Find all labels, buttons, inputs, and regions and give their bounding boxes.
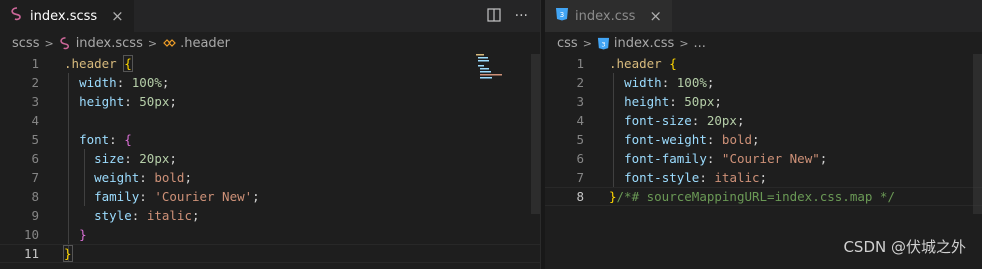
code-line: 8 family: 'Courier New'; <box>31 189 260 204</box>
code-line: 2 width: 100%; <box>31 75 170 90</box>
code-line: 2 width: 100%; <box>576 75 715 90</box>
css-icon: 3 <box>597 37 610 50</box>
chevron-right-icon: > <box>147 36 158 50</box>
code-line: 6 font-family: "Courier New"; <box>576 151 828 166</box>
code-line: 10 } <box>23 227 87 242</box>
breadcrumb-symbol[interactable]: ... <box>694 36 706 51</box>
svg-text:3: 3 <box>560 11 564 19</box>
minimap[interactable] <box>476 54 531 84</box>
code-line: 6 size: 20px; <box>31 151 177 166</box>
code-line: 3 height: 50px; <box>31 94 177 109</box>
close-icon[interactable]: × <box>111 7 124 25</box>
code-line: 7 font-style: italic; <box>576 170 768 185</box>
more-actions-icon[interactable]: ··· <box>515 8 528 24</box>
code-line: 3 height: 50px; <box>576 94 722 109</box>
code-line: 1 .header { <box>31 55 133 72</box>
breadcrumb-file[interactable]: index.css <box>614 36 674 51</box>
svg-text:3: 3 <box>601 40 605 48</box>
chevron-right-icon: > <box>679 36 689 50</box>
tab-index-css[interactable]: 3 index.css × <box>545 0 672 32</box>
css-icon: 3 <box>555 7 569 25</box>
split-editor-icon[interactable] <box>487 7 501 26</box>
right-tab-bar: 3 index.css × <box>545 0 982 32</box>
left-editor-pane: index.scss × ··· scss > index.scss > .he… <box>0 0 540 269</box>
close-icon[interactable]: × <box>649 7 662 25</box>
chevron-right-icon: > <box>44 36 54 50</box>
editor-actions: ··· <box>487 0 528 32</box>
left-tab-bar: index.scss × ··· <box>0 0 540 32</box>
tab-label: index.css <box>575 8 636 24</box>
breadcrumb-symbol[interactable]: .header <box>180 36 230 51</box>
csdn-watermark: CSDN @伏城之外 <box>843 238 966 256</box>
right-editor-pane: 3 index.css × css > 3 index.css > ... 1.… <box>545 0 982 269</box>
symbol-class-icon <box>162 37 176 50</box>
code-line-current: 11} <box>0 244 540 263</box>
code-line-current: 8}/*# sourceMappingURL=index.css.map */ <box>545 187 982 206</box>
vertical-scrollbar[interactable] <box>531 54 540 214</box>
vertical-scrollbar[interactable] <box>973 54 982 214</box>
breadcrumb-folder[interactable]: scss <box>12 36 39 51</box>
breadcrumb: css > 3 index.css > ... <box>545 33 706 53</box>
breadcrumb-folder[interactable]: css <box>557 36 578 51</box>
chevron-right-icon: > <box>582 36 592 50</box>
code-line: 5 font-weight: bold; <box>576 132 760 147</box>
code-line: 1 .header { <box>576 56 677 71</box>
tab-label: index.scss <box>30 8 98 24</box>
code-line: 9 style: italic; <box>31 208 200 223</box>
sass-icon <box>59 36 72 50</box>
code-line: 5 font: { <box>31 132 132 147</box>
code-editor[interactable]: 1 .header { 2 width: 100%; 3 height: 50px… <box>545 54 982 206</box>
code-editor[interactable]: 1 .header { 2 width: 100%; 3 height: 50px… <box>0 54 540 263</box>
sass-icon <box>10 7 24 25</box>
tab-index-scss[interactable]: index.scss × <box>0 0 134 32</box>
code-line: 4 font-size: 20px; <box>576 113 745 128</box>
breadcrumb: scss > index.scss > .header <box>0 33 230 53</box>
breadcrumb-file[interactable]: index.scss <box>76 36 143 51</box>
code-line: 7 weight: bold; <box>31 170 192 185</box>
code-line: 4 <box>31 113 39 128</box>
